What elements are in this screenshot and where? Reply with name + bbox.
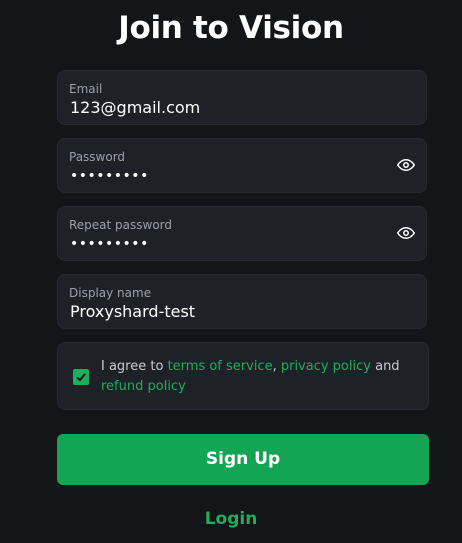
check-icon	[76, 373, 86, 382]
eye-icon[interactable]	[396, 156, 416, 174]
agreement-text: I agree to terms of service, privacy pol…	[101, 357, 417, 397]
agreement-box: I agree to terms of service, privacy pol…	[57, 342, 429, 410]
email-field[interactable]: Email 123@gmail.com	[57, 70, 427, 125]
display-name-field[interactable]: Display name Proxyshard-test	[57, 274, 427, 329]
display-name-value[interactable]: Proxyshard-test	[70, 302, 195, 321]
email-value[interactable]: 123@gmail.com	[70, 98, 200, 117]
terms-of-service-link[interactable]: terms of service	[168, 359, 273, 374]
password-field[interactable]: Password •••••••••	[57, 138, 427, 193]
agree-sep-2: and	[370, 359, 400, 374]
password-value[interactable]: •••••••••	[70, 168, 149, 184]
repeat-password-value[interactable]: •••••••••	[70, 236, 149, 252]
email-label: Email	[69, 82, 103, 96]
sign-up-button[interactable]: Sign Up	[57, 434, 429, 485]
repeat-password-label: Repeat password	[69, 218, 173, 232]
display-name-label: Display name	[69, 286, 152, 300]
page-title: Join to Vision	[118, 10, 344, 46]
agree-checkbox[interactable]	[73, 369, 89, 385]
eye-icon[interactable]	[396, 224, 416, 242]
refund-policy-link[interactable]: refund policy	[101, 379, 186, 394]
agree-prefix: I agree to	[101, 359, 168, 374]
agree-sep-1: ,	[272, 359, 281, 374]
login-link[interactable]: Login	[0, 509, 462, 529]
password-label: Password	[69, 150, 126, 164]
repeat-password-field[interactable]: Repeat password •••••••••	[57, 206, 427, 261]
privacy-policy-link[interactable]: privacy policy	[281, 359, 371, 374]
